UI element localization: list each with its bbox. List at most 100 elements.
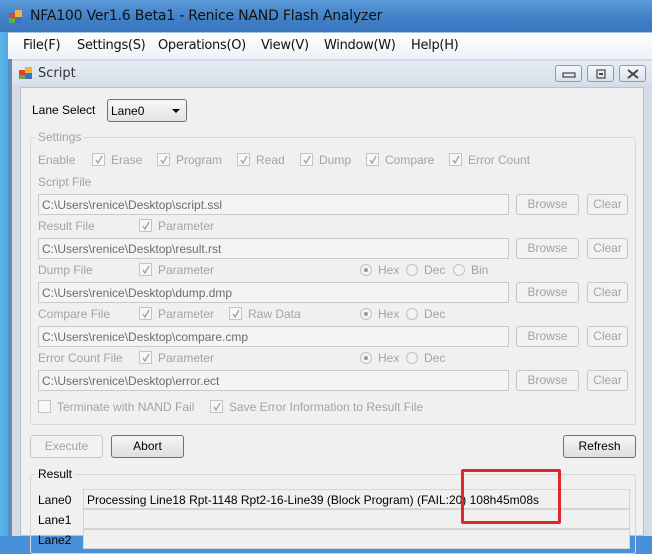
abort-button[interactable]: Abort <box>111 435 184 458</box>
error-count-browse-button[interactable]: Browse <box>516 370 579 391</box>
compare-parameter-checkbox[interactable] <box>139 307 152 320</box>
window-title: NFA100 Ver1.6 Beta1 - Renice NAND Flash … <box>30 8 383 24</box>
compare-file-path: C:\Users\renice\Desktop\compare.cmp <box>42 330 249 344</box>
error-count-hex-radio[interactable] <box>360 352 372 364</box>
dump-label: Dump <box>319 153 352 167</box>
compare-parameter-label: Parameter <box>158 307 215 321</box>
check-icon <box>95 155 103 165</box>
lane-select-value: Lane0 <box>111 104 145 118</box>
dump-file-label: Dump File <box>38 263 93 277</box>
error-count-hex-label: Hex <box>378 351 400 365</box>
dump-clear-button[interactable]: Clear <box>587 282 628 303</box>
close-button[interactable] <box>619 65 646 82</box>
compare-file-input[interactable]: C:\Users\renice\Desktop\compare.cmp <box>38 326 509 347</box>
error-count-parameter-checkbox[interactable] <box>139 351 152 364</box>
check-icon <box>142 309 150 319</box>
compare-clear-button[interactable]: Clear <box>587 326 628 347</box>
dump-bin-label: Bin <box>471 263 489 277</box>
erase-checkbox[interactable] <box>92 153 105 166</box>
result-browse-button[interactable]: Browse <box>516 238 579 259</box>
terminate-label: Terminate with NAND Fail <box>57 400 195 414</box>
lane0-label: Lane0 <box>38 493 72 507</box>
read-checkbox[interactable] <box>237 153 250 166</box>
script-file-label: Script File <box>38 175 92 189</box>
error-count-checkbox[interactable] <box>449 153 462 166</box>
script-clear-button[interactable]: Clear <box>587 194 628 215</box>
lane-select-dropdown[interactable]: Lane0 <box>107 99 187 122</box>
compare-label: Compare <box>385 153 435 167</box>
result-parameter-checkbox[interactable] <box>139 219 152 232</box>
program-checkbox[interactable] <box>157 153 170 166</box>
check-icon <box>369 155 377 165</box>
check-icon <box>452 155 460 165</box>
result-clear-button[interactable]: Clear <box>587 238 628 259</box>
program-label: Program <box>176 153 223 167</box>
dump-checkbox[interactable] <box>300 153 313 166</box>
settings-group-label: Settings <box>36 130 84 144</box>
raw-data-label: Raw Data <box>248 307 301 321</box>
dump-dec-label: Dec <box>424 263 446 277</box>
result-file-path: C:\Users\renice\Desktop\result.rst <box>42 242 222 256</box>
minimize-button[interactable] <box>555 65 582 82</box>
raw-data-checkbox[interactable] <box>229 307 242 320</box>
error-count-file-path: C:\Users\renice\Desktop\error.ect <box>42 374 220 388</box>
dump-file-path: C:\Users\renice\Desktop\dump.dmp <box>42 286 233 300</box>
script-file-input[interactable]: C:\Users\renice\Desktop\script.ssl <box>38 194 509 215</box>
script-file-path: C:\Users\renice\Desktop\script.ssl <box>42 198 223 212</box>
compare-hex-radio[interactable] <box>360 308 372 320</box>
check-icon <box>142 353 150 363</box>
compare-checkbox[interactable] <box>366 153 379 166</box>
execute-button[interactable]: Execute <box>30 435 103 458</box>
restore-button[interactable] <box>587 65 614 82</box>
error-count-dec-radio[interactable] <box>406 352 418 364</box>
compare-dec-radio[interactable] <box>406 308 418 320</box>
dump-dec-radio[interactable] <box>406 264 418 276</box>
dump-bin-radio[interactable] <box>453 264 465 276</box>
check-icon <box>240 155 248 165</box>
enable-label: Enable <box>38 153 76 167</box>
dump-hex-radio[interactable] <box>360 264 372 276</box>
dump-parameter-checkbox[interactable] <box>139 263 152 276</box>
menu-help[interactable]: Help(H) <box>411 38 459 53</box>
error-count-file-input[interactable]: C:\Users\renice\Desktop\error.ect <box>38 370 509 391</box>
error-count-clear-button[interactable]: Clear <box>587 370 628 391</box>
result-file-label: Result File <box>38 219 95 233</box>
result-file-input[interactable]: C:\Users\renice\Desktop\result.rst <box>38 238 509 259</box>
dump-hex-label: Hex <box>378 263 400 277</box>
save-error-checkbox[interactable] <box>210 400 223 413</box>
menu-view[interactable]: View(V) <box>261 38 309 53</box>
check-icon <box>232 309 240 319</box>
terminate-checkbox[interactable] <box>38 400 51 413</box>
error-count-parameter-label: Parameter <box>158 351 215 365</box>
title-bar: NFA100 Ver1.6 Beta1 - Renice NAND Flash … <box>0 0 652 32</box>
check-icon <box>213 402 221 412</box>
script-window-icon <box>19 67 32 79</box>
menu-settings[interactable]: Settings(S) <box>77 38 146 53</box>
lane2-status <box>83 529 630 549</box>
script-browse-button[interactable]: Browse <box>516 194 579 215</box>
script-window: Script Lane Select Lane0 Settings Enable… <box>10 59 652 554</box>
dump-parameter-label: Parameter <box>158 263 215 277</box>
menu-operations[interactable]: Operations(O) <box>158 38 246 53</box>
result-parameter-label: Parameter <box>158 219 215 233</box>
menu-bar: File(F) Settings(S) Operations(O) View(V… <box>8 32 652 59</box>
menu-window[interactable]: Window(W) <box>324 38 396 53</box>
refresh-button[interactable]: Refresh <box>563 435 636 458</box>
error-count-file-label: Error Count File <box>38 351 123 365</box>
dump-browse-button[interactable]: Browse <box>516 282 579 303</box>
compare-browse-button[interactable]: Browse <box>516 326 579 347</box>
lane-select-label: Lane Select <box>32 103 96 117</box>
dump-file-input[interactable]: C:\Users\renice\Desktop\dump.dmp <box>38 282 509 303</box>
window-left-border <box>0 32 8 536</box>
menu-file[interactable]: File(F) <box>23 38 61 53</box>
check-icon <box>142 221 150 231</box>
error-count-label: Error Count <box>468 153 531 167</box>
chevron-down-icon <box>172 109 180 113</box>
compare-file-label: Compare File <box>38 307 111 321</box>
close-icon <box>627 69 639 79</box>
highlight-annotation-box <box>461 469 561 524</box>
compare-dec-label: Dec <box>424 307 446 321</box>
app-icon <box>9 10 22 23</box>
save-error-label: Save Error Information to Result File <box>229 400 424 414</box>
lane2-label: Lane2 <box>38 533 72 547</box>
